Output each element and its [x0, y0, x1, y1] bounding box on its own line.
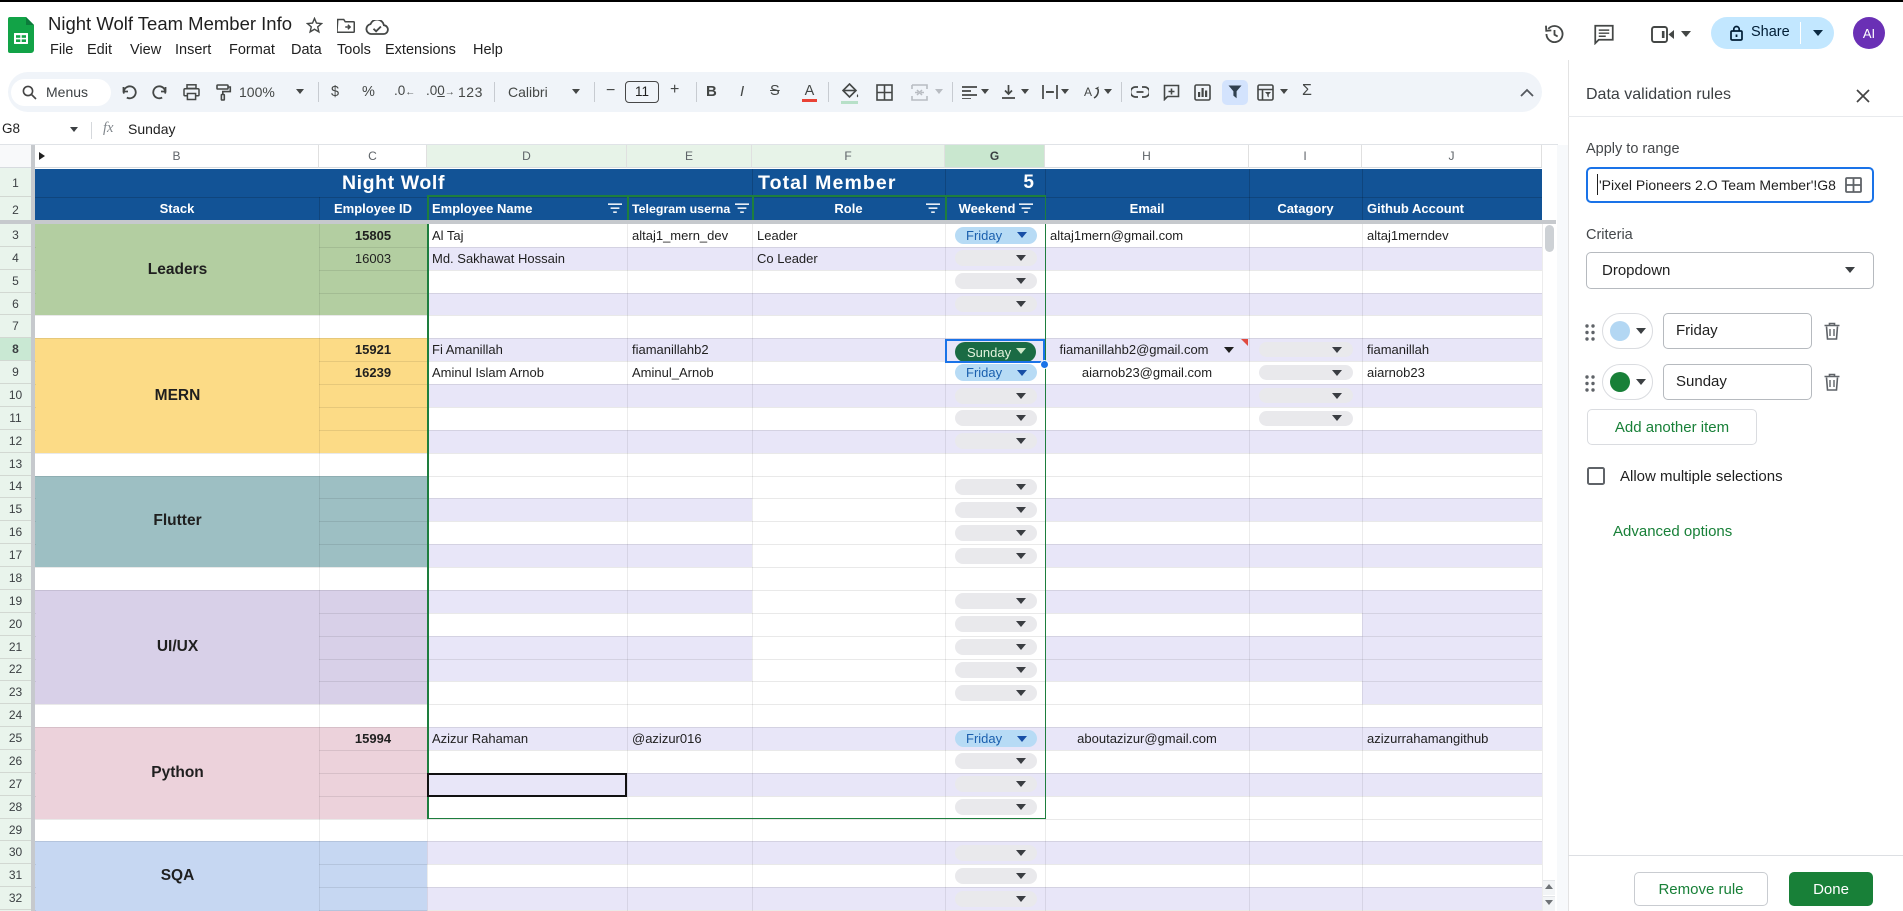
- svg-text:A: A: [1084, 85, 1092, 99]
